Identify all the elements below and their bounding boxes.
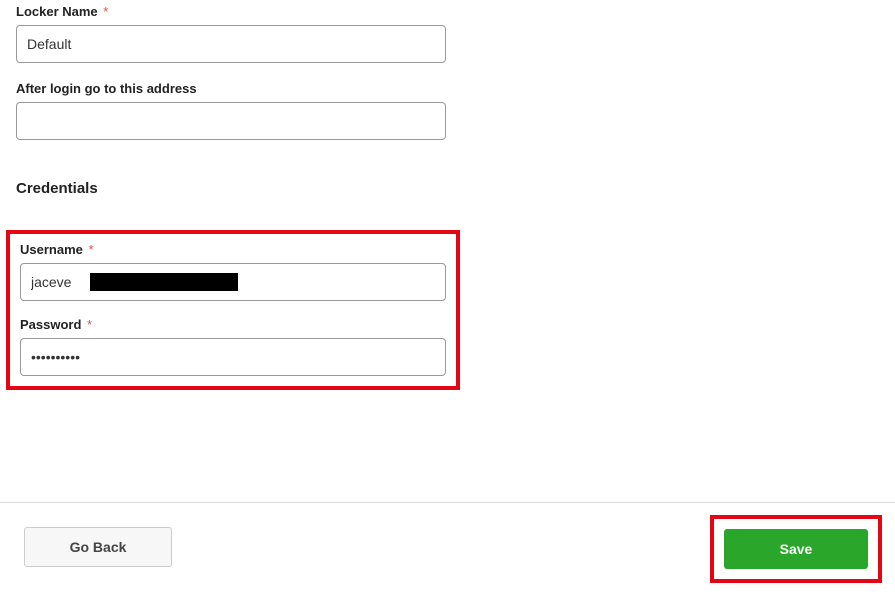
save-button[interactable]: Save (724, 529, 868, 569)
username-input[interactable] (20, 263, 446, 301)
required-star: * (87, 317, 92, 332)
password-label-text: Password (20, 317, 81, 332)
credentials-highlight-box: Username * Password * (6, 230, 460, 390)
go-back-button[interactable]: Go Back (24, 527, 172, 567)
locker-name-label-text: Locker Name (16, 4, 98, 19)
after-login-address-input[interactable] (16, 102, 446, 140)
credentials-heading: Credentials (16, 180, 879, 197)
password-input[interactable] (20, 338, 446, 376)
after-login-address-label: After login go to this address (16, 81, 879, 96)
locker-name-input[interactable] (16, 25, 446, 63)
password-label: Password * (20, 317, 446, 332)
username-label-text: Username (20, 242, 83, 257)
required-star: * (103, 4, 108, 19)
save-highlight-box: Save (710, 515, 882, 583)
username-label: Username * (20, 242, 446, 257)
required-star: * (89, 242, 94, 257)
locker-name-label: Locker Name * (16, 4, 879, 19)
